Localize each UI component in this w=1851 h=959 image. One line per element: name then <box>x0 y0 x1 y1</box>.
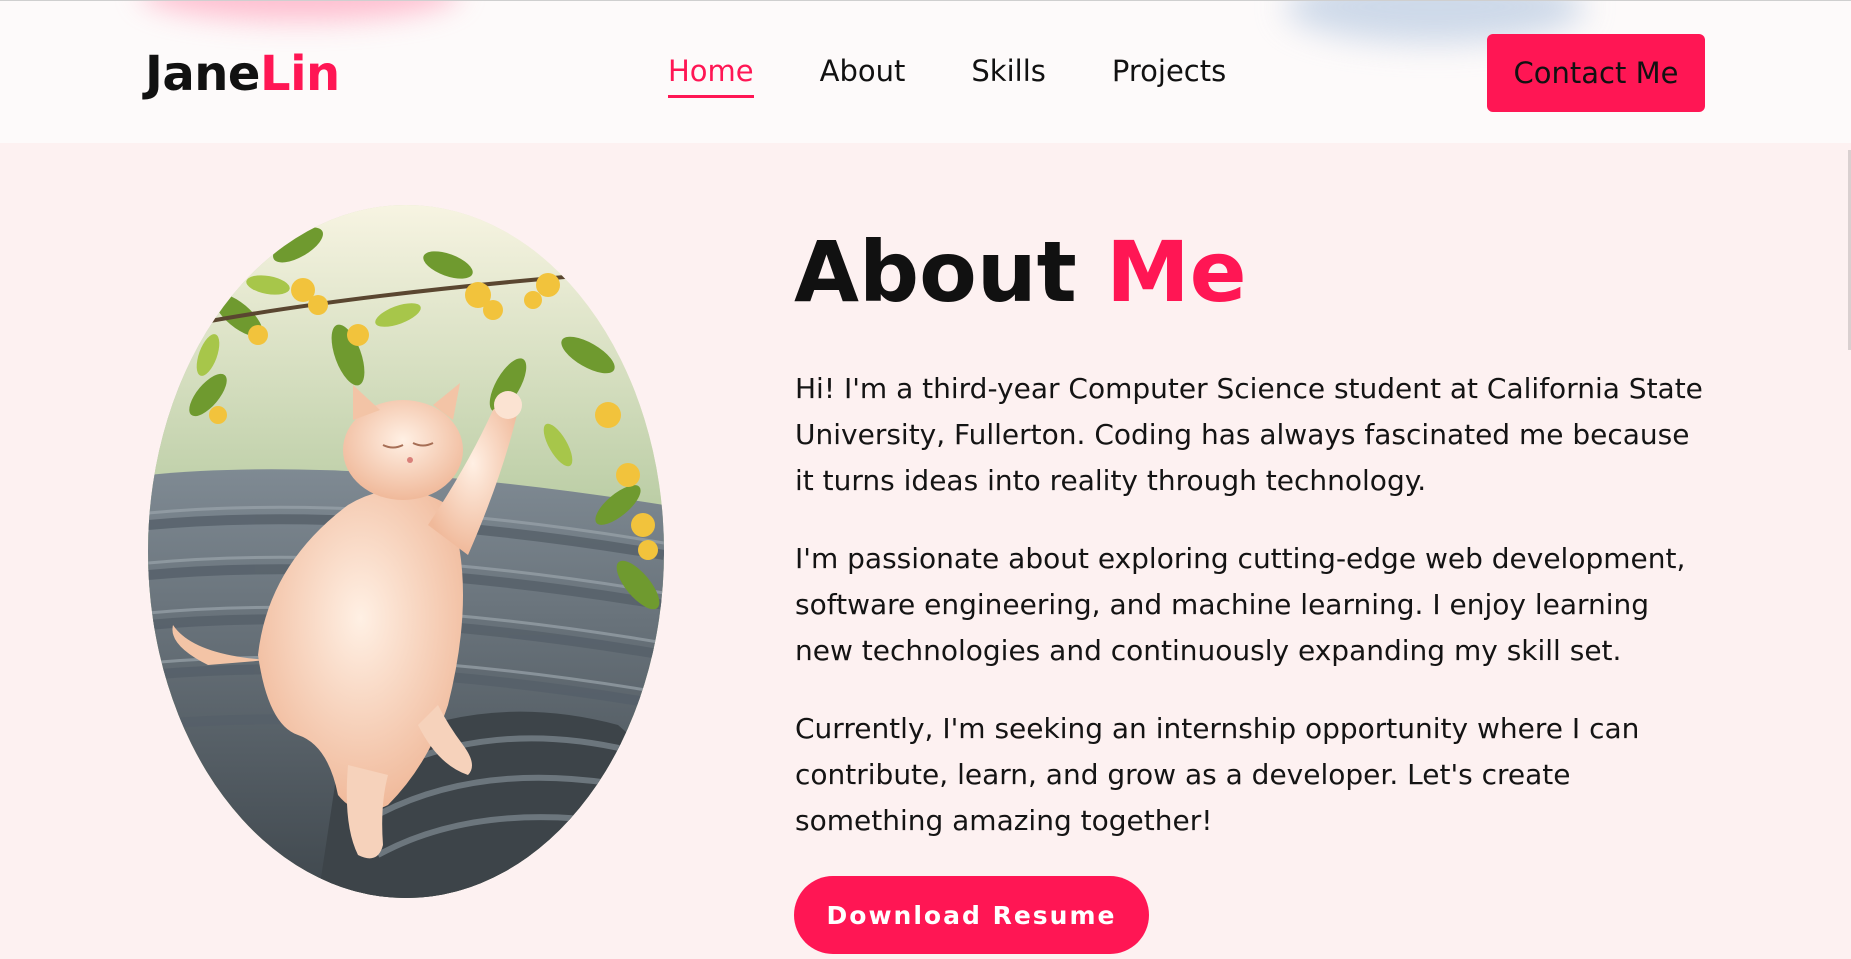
contact-me-button[interactable]: Contact Me <box>1487 34 1705 112</box>
about-paragraph-interests: I'm passionate about exploring cutting-e… <box>795 542 1686 667</box>
nav-link-home[interactable]: Home <box>668 51 754 98</box>
page: JaneLin Home About Skills Projects Conta… <box>0 0 1851 959</box>
logo-first-name: Jane <box>145 46 260 102</box>
download-resume-button[interactable]: Download Resume <box>794 876 1149 954</box>
about-heading-word2: Me <box>1106 223 1247 321</box>
site-logo[interactable]: JaneLin <box>145 45 340 103</box>
cat-photo <box>148 205 664 898</box>
decorative-blob-pink <box>140 1 460 21</box>
about-heading: About Me <box>794 222 1247 322</box>
cat-illustration <box>148 205 664 898</box>
nav-link-projects[interactable]: Projects <box>1112 51 1226 98</box>
about-paragraph-intro: Hi! I'm a third-year Computer Science st… <box>795 372 1703 497</box>
logo-last-name: Lin <box>259 46 340 102</box>
site-header: JaneLin Home About Skills Projects Conta… <box>0 0 1851 143</box>
about-heading-word1: About <box>794 223 1077 321</box>
nav-link-skills[interactable]: Skills <box>971 51 1045 98</box>
nav-link-about[interactable]: About <box>820 51 906 98</box>
main-nav: Home About Skills Projects <box>668 51 1292 99</box>
about-paragraph-goal: Currently, I'm seeking an internship opp… <box>795 712 1640 837</box>
